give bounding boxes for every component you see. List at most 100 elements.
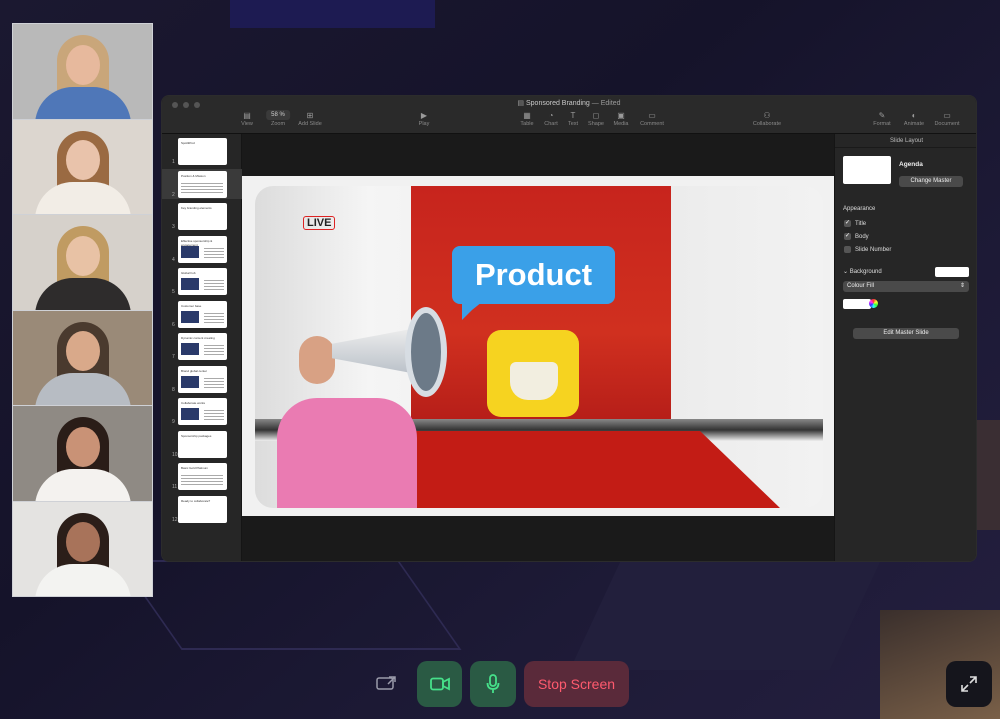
participant-1-video[interactable] [13, 24, 152, 119]
thumbnail-text-lines [204, 343, 224, 355]
checkmark-icon[interactable]: ✓ [844, 233, 851, 240]
appearance-checkbox[interactable]: Slide Number [844, 246, 891, 253]
collaborate-icon: ⚇ [763, 111, 771, 120]
slide-thumbnail[interactable]: Sponsorship packages 10 [162, 429, 242, 459]
thumbnail-text-lines [204, 408, 224, 420]
expand-icon [961, 676, 977, 692]
toolbar-chart-button[interactable]: ◔ Chart [544, 110, 557, 127]
thumbnail-picture [181, 310, 199, 323]
microphone-icon [486, 674, 500, 693]
fill-type-select[interactable]: Colour Fill ⇕ [843, 281, 969, 292]
appearance-checkbox[interactable]: ✓ Title [844, 220, 866, 227]
slide-thumbnail[interactable]: Dynamic content creating 7 [162, 331, 242, 361]
toolbar-zoom-button[interactable]: 58 % Zoom [266, 110, 290, 127]
slide-thumbnail-image: Global hub [178, 268, 227, 295]
toolbar-format-button[interactable]: ✎ Format [873, 110, 890, 127]
screen-share-button[interactable] [369, 665, 403, 703]
comment-icon: ▭ [648, 111, 656, 120]
slide-thumbnail-image: Effective sponsorship & engagement [178, 235, 227, 263]
stop-screen-button[interactable]: Stop Screen [524, 661, 629, 707]
appearance-checkbox[interactable]: ✓ Body [844, 233, 869, 240]
play-icon: ▶ [420, 111, 428, 120]
animate-icon: ◐ [911, 111, 917, 120]
table-icon: ▦ [523, 111, 531, 120]
change-master-button[interactable]: Change Master [899, 176, 963, 187]
thumbnail-picture [181, 278, 199, 290]
background-heading[interactable]: ⌄ Background [843, 268, 882, 275]
thumbnail-text-lines [204, 278, 224, 290]
slide-thumbnail[interactable]: Collaborate works 9 [162, 396, 242, 426]
slide-thumbnail-title: Brand global center [181, 368, 208, 373]
participant-5-video[interactable] [13, 406, 152, 501]
participant-body [34, 182, 131, 214]
fullscreen-button[interactable] [946, 661, 992, 707]
master-thumbnail[interactable] [843, 156, 891, 184]
toolbar-label: View [241, 121, 253, 127]
thumbnail-text-lines [204, 310, 224, 323]
toolbar-animate-button[interactable]: ◐ Animate [904, 110, 924, 127]
slide-thumbnail[interactable]: Global hub 5 [162, 266, 242, 296]
slide-thumbnail[interactable]: Brand global center 8 [162, 364, 242, 394]
slide-thumbnail[interactable]: SpotlitPod 1 [162, 136, 242, 166]
toolbar-document-button[interactable]: ▭ Document [934, 110, 959, 127]
participant-face [65, 522, 100, 563]
toolbar-table-button[interactable]: ▦ Table [520, 110, 533, 127]
slide-thumbnail[interactable]: Key branding elements 3 [162, 201, 242, 231]
participant-2-video[interactable] [13, 119, 152, 214]
slide-thumbnail[interactable]: Position & Mission 2 [162, 168, 242, 199]
toolbar-view-button[interactable]: ▤ View [241, 110, 253, 127]
slide-thumbnail[interactable]: Basic Gold Platinum 11 [162, 461, 242, 491]
slide-thumbnail-title: Position & Mission [181, 173, 206, 178]
slide-thumbnail-title: Key branding elements [181, 206, 212, 210]
color-wheel-icon[interactable] [869, 299, 878, 308]
slide-number: 11 [172, 484, 178, 490]
current-slide[interactable]: LIVE Product [242, 176, 834, 516]
toolbar-text-button[interactable]: T Text [568, 110, 578, 127]
toolbar-add-slide-button[interactable]: ⊞ Add Slide [298, 110, 322, 127]
checkbox-label: Slide Number [855, 246, 892, 253]
slide-thumbnail-title: Customer base [181, 303, 202, 308]
edit-master-slide-button[interactable]: Edit Master Slide [853, 328, 959, 339]
toolbar-comment-button[interactable]: ▭ Comment [640, 110, 664, 127]
master-name: Agenda [899, 161, 923, 168]
toolbar-collaborate-button[interactable]: ⚇ Collaborate [753, 110, 781, 127]
slide-number: 6 [172, 321, 175, 328]
slide-thumbnail-image: Key branding elements [178, 203, 227, 230]
megaphone-bell [405, 307, 447, 397]
toolbar-label: Shape [588, 121, 604, 127]
text-icon: T [570, 111, 576, 120]
toolbar-shape-button[interactable]: ◻ Shape [588, 110, 604, 127]
toolbar-media-button[interactable]: ▣ Media [614, 110, 629, 127]
chevron-down-icon: ⌄ [843, 269, 849, 275]
slide-number: 1 [172, 159, 175, 165]
inspector-panel: Slide Layout Agenda Change Master Appear… [834, 134, 976, 561]
slide-thumbnail[interactable]: Customer base 6 [162, 299, 242, 329]
toolbar-play-button[interactable]: ▶ Play [419, 110, 430, 127]
slide-thumbnail[interactable]: Effective sponsorship & engagement 4 [162, 234, 242, 264]
presentation-window[interactable]: ▤ Sponsored Branding — Edited ▤ View 58 % Z… [161, 95, 977, 562]
checkbox-empty[interactable] [844, 246, 851, 253]
window-titlebar: ▤ Sponsored Branding — Edited ▤ View 58 % Z… [162, 96, 976, 134]
thumbnail-text-lines [181, 473, 223, 485]
participant-3-video[interactable] [13, 215, 152, 310]
slide-number: 12 [172, 516, 178, 523]
toolbar-label: Zoom [270, 121, 286, 127]
checkmark-icon[interactable]: ✓ [844, 220, 851, 227]
camera-toggle-button[interactable] [417, 661, 462, 707]
microphone-toggle-button[interactable] [470, 661, 516, 707]
slide-thumbnail[interactable]: Ready to collaborate? 12 [162, 494, 242, 524]
man-face [299, 336, 335, 384]
checkbox-label: Body [855, 233, 869, 240]
thumbnail-text-lines [204, 245, 224, 258]
thumbnail-picture [181, 408, 199, 420]
participant-6-video[interactable] [13, 501, 152, 596]
background-color-swatch[interactable] [935, 267, 969, 277]
select-arrows-icon: ⇕ [959, 283, 965, 289]
slide-canvas[interactable]: LIVE Product [242, 134, 834, 561]
zoom-select[interactable]: 58 % [266, 110, 290, 120]
participant-4-video[interactable] [13, 310, 152, 405]
fill-color-well[interactable] [843, 299, 871, 309]
slide-number: 4 [172, 256, 175, 263]
slide-number: 10 [172, 451, 178, 458]
slide-navigator[interactable]: SpotlitPod 1 Position & Mission 2 Key brandi… [162, 134, 242, 561]
